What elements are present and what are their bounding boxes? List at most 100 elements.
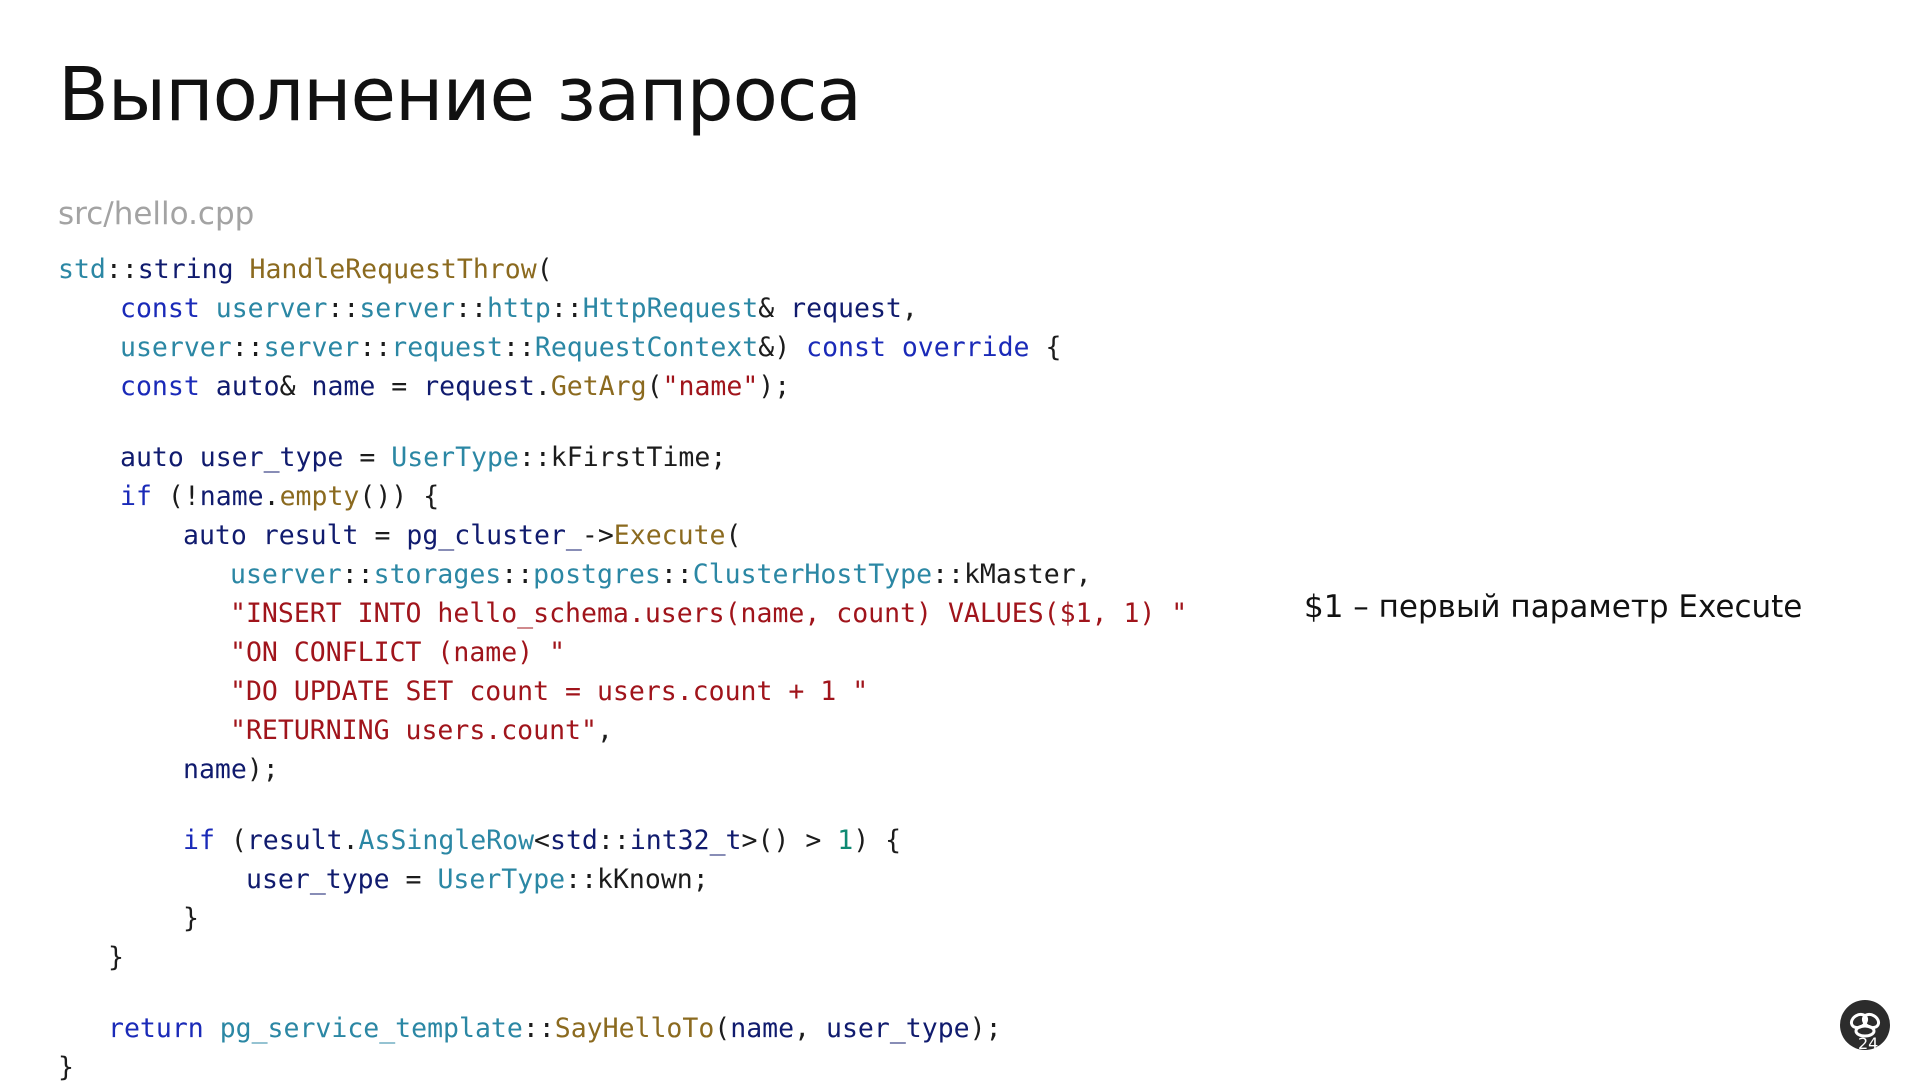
code-token: pg_service_template xyxy=(219,1013,523,1044)
code-token: GetArg xyxy=(550,371,647,402)
code-token: :: xyxy=(105,254,138,285)
code-token: HandleRequestThrow xyxy=(249,254,537,285)
code-token: "INSERT INTO hello_schema.users(name, co… xyxy=(230,598,1188,629)
code-token: postgres xyxy=(533,559,661,590)
code-token: const override xyxy=(806,332,1046,363)
code-token: RequestContext xyxy=(534,332,759,363)
code-token: std xyxy=(58,254,106,285)
code-token: } xyxy=(108,942,124,973)
code-token: ( xyxy=(536,254,553,285)
code-line: auto user_type = UserType::kFirstTime; xyxy=(120,440,726,476)
code-token: 1 xyxy=(837,825,854,856)
code-token: http xyxy=(487,293,551,324)
code-token: pg_cluster_ xyxy=(406,520,582,551)
code-line: if (!name.empty()) { xyxy=(120,479,439,515)
code-token: name xyxy=(199,481,264,512)
code-token: std xyxy=(550,825,598,856)
code-token: :: xyxy=(597,825,630,856)
file-path-label: src/hello.cpp xyxy=(58,196,255,232)
code-token: auto xyxy=(215,371,280,402)
code-token: :: xyxy=(327,293,360,324)
code-token: = xyxy=(359,442,392,473)
code-token: & xyxy=(758,293,791,324)
code-line: std::string HandleRequestThrow( xyxy=(58,252,553,288)
code-token: } xyxy=(183,903,199,934)
code-token: HttpRequest xyxy=(582,293,759,324)
code-token: ::kMaster, xyxy=(932,559,1092,590)
code-token: :: xyxy=(359,332,392,363)
code-token: "DO UPDATE SET count = users.count + 1 " xyxy=(230,676,869,707)
code-line: "DO UPDATE SET count = users.count + 1 " xyxy=(230,674,868,710)
code-token: ); xyxy=(969,1013,1002,1044)
code-token: if xyxy=(183,825,231,856)
code-token: ( xyxy=(646,371,663,402)
slide-title: Выполнение запроса xyxy=(58,52,862,138)
code-token: . xyxy=(342,825,359,856)
code-token: :: xyxy=(501,559,534,590)
code-line: "RETURNING users.count", xyxy=(230,713,613,749)
code-token: ) { xyxy=(853,825,902,856)
code-line: "INSERT INTO hello_schema.users(name, co… xyxy=(230,596,1187,632)
code-line: if (result.AsSingleRow<std::int32_t>() >… xyxy=(183,823,901,859)
code-token: . xyxy=(263,481,280,512)
code-token: int32_t xyxy=(629,825,742,856)
code-token: const xyxy=(120,371,216,402)
code-token: (! xyxy=(167,481,200,512)
code-token: = xyxy=(374,520,407,551)
code-token: ); xyxy=(758,371,791,402)
code-token: , xyxy=(794,1013,827,1044)
code-token: const xyxy=(120,293,216,324)
code-token: = xyxy=(405,864,438,895)
code-token: server xyxy=(263,332,360,363)
code-line: const auto& name = request.GetArg("name"… xyxy=(120,369,790,405)
code-line: const userver::server::http::HttpRequest… xyxy=(120,291,918,327)
code-token: ( xyxy=(714,1013,731,1044)
code-token: :: xyxy=(341,559,374,590)
code-token: >() > xyxy=(741,825,838,856)
code-line: user_type = UserType::kKnown; xyxy=(246,862,709,898)
code-token: AsSingleRow xyxy=(358,825,535,856)
code-token: :: xyxy=(231,332,264,363)
code-token: , xyxy=(596,715,613,746)
code-token: UserType xyxy=(391,442,519,473)
code-token: server xyxy=(359,293,456,324)
code-line: } xyxy=(108,940,124,976)
code-token: if xyxy=(120,481,168,512)
code-line: } xyxy=(183,901,199,937)
code-token: return xyxy=(108,1013,220,1044)
code-token: empty xyxy=(279,481,360,512)
code-token: ::kKnown; xyxy=(565,864,709,895)
code-token: user_type xyxy=(826,1013,970,1044)
code-token: :: xyxy=(660,559,693,590)
code-token: "name" xyxy=(662,371,759,402)
code-token: userver xyxy=(230,559,342,590)
slide-number: 24 xyxy=(1858,1034,1879,1053)
code-token: :: xyxy=(502,332,535,363)
code-line: userver::storages::postgres::ClusterHost… xyxy=(230,557,1092,593)
code-token: auto result xyxy=(183,520,375,551)
code-token: storages xyxy=(373,559,502,590)
code-token: userver xyxy=(120,332,232,363)
code-token: ::kFirstTime; xyxy=(518,442,727,473)
code-token: ClusterHostType xyxy=(692,559,933,590)
code-token: . xyxy=(534,371,551,402)
code-token: name xyxy=(183,754,247,785)
code-token: auto user_type xyxy=(120,442,360,473)
code-token: SayHelloTo xyxy=(554,1013,715,1044)
code-token: :: xyxy=(550,293,583,324)
code-token: request xyxy=(790,293,902,324)
code-token: "RETURNING users.count" xyxy=(230,715,597,746)
code-token: ); xyxy=(246,754,279,785)
code-token: Execute xyxy=(613,520,726,551)
code-token: &) xyxy=(758,332,807,363)
side-note: $1 – первый параметр Execute xyxy=(1304,589,1803,625)
code-token: result xyxy=(246,825,343,856)
code-line: userver::server::request::RequestContext… xyxy=(120,330,1061,366)
code-token: ( xyxy=(725,520,742,551)
code-token: , xyxy=(901,293,918,324)
code-token: "ON CONFLICT (name) " xyxy=(230,637,566,668)
code-token: :: xyxy=(522,1013,555,1044)
code-token: name xyxy=(311,371,392,402)
code-line: "ON CONFLICT (name) " xyxy=(230,635,565,671)
code-token: ()) { xyxy=(359,481,440,512)
